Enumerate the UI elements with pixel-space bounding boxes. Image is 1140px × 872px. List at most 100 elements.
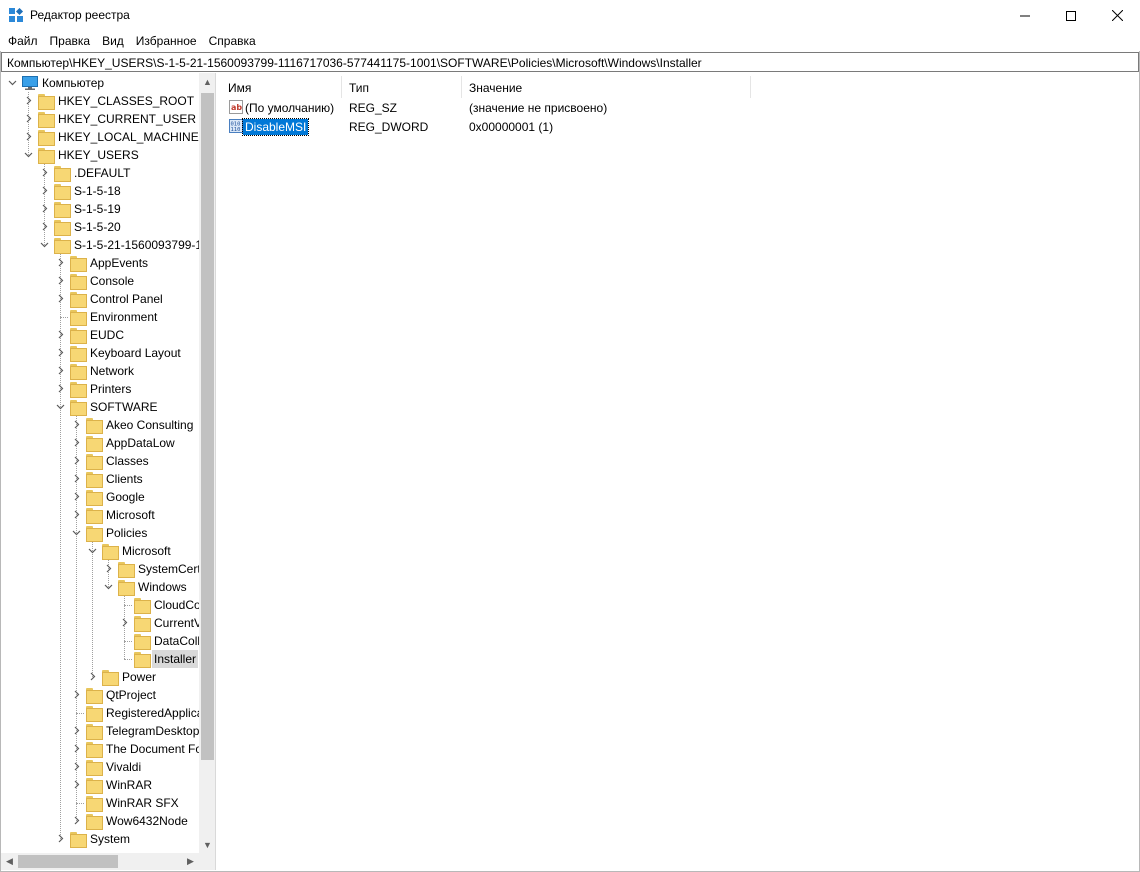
chevron-right-icon[interactable] [71,452,81,470]
chevron-right-icon[interactable] [87,668,97,686]
scroll-right-icon[interactable]: ▶ [182,853,199,870]
chevron-right-icon[interactable] [71,686,81,704]
tree-node[interactable]: Console [1,272,199,290]
tree-node[interactable]: Environment [1,308,199,326]
menu-help[interactable]: Справка [203,31,262,51]
tree-node[interactable]: The Document Foundation [1,740,215,758]
chevron-right-icon[interactable] [55,830,65,848]
chevron-right-icon[interactable] [71,416,81,434]
scroll-thumb[interactable] [201,93,214,760]
chevron-right-icon[interactable] [23,128,33,146]
chevron-right-icon[interactable] [71,812,81,830]
tree-node[interactable]: QtProject [1,686,199,704]
minimize-button[interactable] [1002,0,1048,31]
chevron-right-icon[interactable] [103,560,113,578]
chevron-right-icon[interactable] [23,110,33,128]
tree-node[interactable]: HKEY_CLASSES_ROOT [1,92,199,110]
chevron-right-icon[interactable] [55,290,65,308]
tree-node[interactable]: Policies [1,524,199,542]
value-row[interactable]: ab (По умолчанию) REG_SZ (значение не пр… [221,98,1139,117]
value-row[interactable]: 010 110 DisableMSI REG_DWORD 0x00000001 … [221,117,1139,136]
tree-node[interactable]: AppEvents [1,254,199,272]
chevron-down-icon[interactable] [23,146,33,164]
tree-vertical-scrollbar[interactable]: ▲ ▼ [199,73,215,853]
tree-node[interactable]: TelegramDesktop [1,722,199,740]
tree-node[interactable]: DataCollection [1,632,215,650]
chevron-right-icon[interactable] [39,182,49,200]
column-header-name[interactable]: Имя [221,76,342,98]
tree-node[interactable]: Control Panel [1,290,199,308]
tree-node[interactable]: Компьютер [1,74,199,92]
tree-node[interactable]: Keyboard Layout [1,344,199,362]
tree-node[interactable]: Akeo Consulting [1,416,199,434]
tree-node[interactable]: Network [1,362,199,380]
tree-horizontal-scrollbar[interactable]: ◀ ▶ [1,853,199,870]
scroll-thumb[interactable] [18,855,118,868]
chevron-right-icon[interactable] [39,200,49,218]
maximize-button[interactable] [1048,0,1094,31]
chevron-right-icon[interactable] [71,776,81,794]
registry-tree[interactable]: Компьютер HKEY_CLASSES_ROOT HKEY_CURRENT_U… [1,73,216,870]
chevron-down-icon[interactable] [7,74,17,92]
menu-favorites[interactable]: Избранное [130,31,203,51]
chevron-down-icon[interactable] [103,578,113,596]
chevron-right-icon[interactable] [71,722,81,740]
menu-file[interactable]: Файл [2,31,44,51]
tree-node[interactable]: EUDC [1,326,199,344]
tree-node[interactable]: Vivaldi [1,758,199,776]
tree-node[interactable]: CloudContent [1,596,215,614]
tree-node[interactable]: System [1,830,199,848]
title-bar[interactable]: Редактор реестра [0,0,1140,31]
scroll-left-icon[interactable]: ◀ [1,853,18,870]
chevron-right-icon[interactable] [23,92,33,110]
tree-node[interactable]: WinRAR SFX [1,794,199,812]
column-header-data[interactable]: Значение [462,76,751,98]
chevron-right-icon[interactable] [55,254,65,272]
chevron-down-icon[interactable] [87,542,97,560]
chevron-right-icon[interactable] [71,488,81,506]
tree-node[interactable]: S-1-5-21-1560093799-1116717036-577441175… [1,236,215,254]
scroll-down-icon[interactable]: ▼ [199,836,215,853]
value-name[interactable]: DisableMSI [241,118,310,136]
tree-node[interactable]: RegisteredApplications [1,704,215,722]
chevron-right-icon[interactable] [55,362,65,380]
scroll-up-icon[interactable]: ▲ [199,73,215,90]
tree-node[interactable]: S-1-5-20 [1,218,199,236]
chevron-right-icon[interactable] [39,218,49,236]
column-header-type[interactable]: Тип [342,76,462,98]
chevron-down-icon[interactable] [55,398,65,416]
tree-node[interactable]: WinRAR [1,776,199,794]
tree-node[interactable]: S-1-5-19 [1,200,199,218]
close-button[interactable] [1094,0,1140,31]
chevron-right-icon[interactable] [55,272,65,290]
menu-view[interactable]: Вид [96,31,130,51]
tree-node[interactable]: SystemCertificates [1,560,215,578]
chevron-right-icon[interactable] [55,326,65,344]
tree-node[interactable]: HKEY_CURRENT_USER [1,110,199,128]
chevron-right-icon[interactable] [71,740,81,758]
tree-node[interactable]: SOFTWARE [1,398,199,416]
tree-node[interactable]: Printers [1,380,199,398]
tree-node[interactable]: HKEY_USERS [1,146,199,164]
values-list[interactable]: Имя Тип Значение ab (По умолчанию) REG_S… [221,73,1139,870]
chevron-down-icon[interactable] [71,524,81,542]
tree-node[interactable]: S-1-5-18 [1,182,199,200]
tree-node[interactable]: AppDataLow [1,434,199,452]
menu-edit[interactable]: Правка [44,31,97,51]
tree-node[interactable]: Installer [1,650,199,668]
chevron-right-icon[interactable] [39,164,49,182]
tree-node[interactable]: .DEFAULT [1,164,199,182]
chevron-down-icon[interactable] [39,236,49,254]
tree-node[interactable]: Microsoft [1,506,199,524]
tree-node[interactable]: Windows [1,578,199,596]
tree-node[interactable]: Classes [1,452,199,470]
tree-node[interactable]: Google [1,488,199,506]
chevron-right-icon[interactable] [71,434,81,452]
chevron-right-icon[interactable] [119,614,129,632]
chevron-right-icon[interactable] [55,380,65,398]
chevron-right-icon[interactable] [71,506,81,524]
tree-node[interactable]: Clients [1,470,199,488]
chevron-right-icon[interactable] [71,758,81,776]
chevron-right-icon[interactable] [55,344,65,362]
tree-node[interactable]: Wow6432Node [1,812,199,830]
